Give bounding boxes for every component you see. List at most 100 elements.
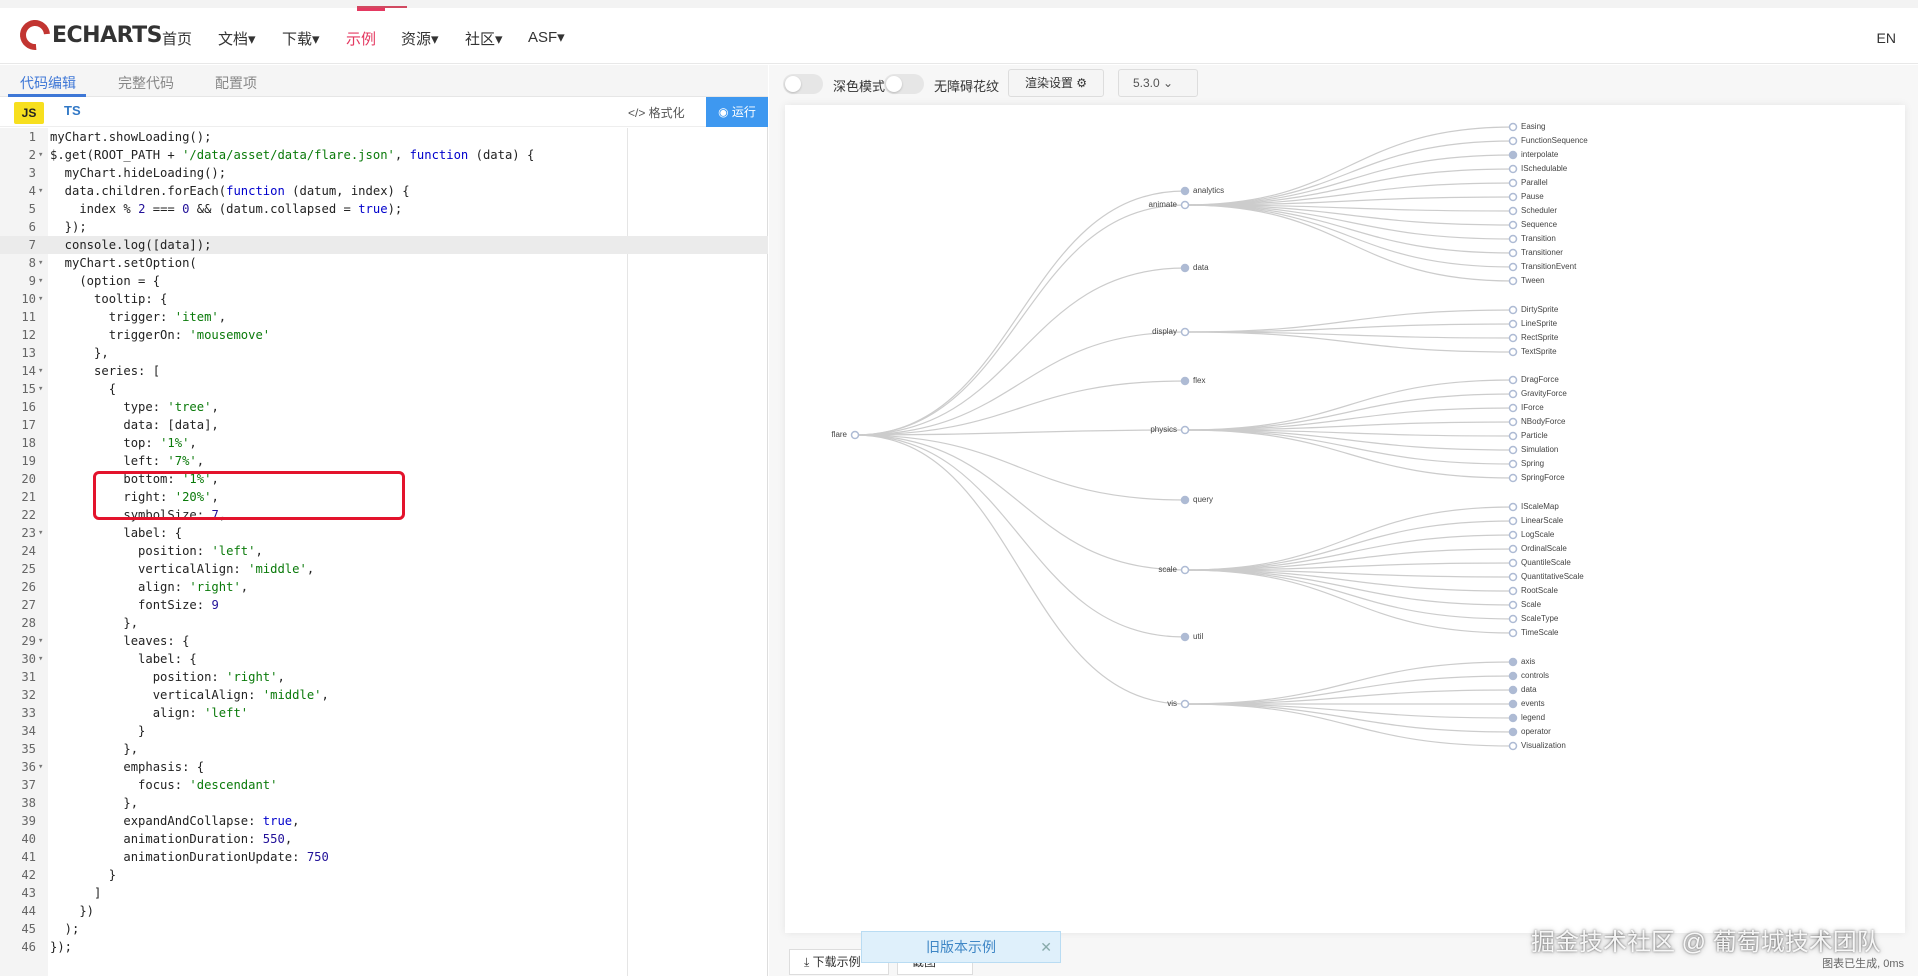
run-button[interactable]: ◉ 运行 bbox=[706, 97, 768, 127]
code-line[interactable]: 46}); bbox=[0, 938, 768, 956]
a11y-toggle[interactable] bbox=[884, 74, 924, 94]
code-line[interactable]: 36 ▾ emphasis: { bbox=[0, 758, 768, 776]
close-icon[interactable]: ✕ bbox=[1040, 932, 1052, 962]
code-line[interactable]: 44 }) bbox=[0, 902, 768, 920]
code-line[interactable]: 23 ▾ label: { bbox=[0, 524, 768, 542]
tree-leaf-node[interactable] bbox=[1508, 234, 1518, 244]
tree-node[interactable] bbox=[1180, 263, 1190, 273]
code-line[interactable]: 7 console.log([data]); bbox=[0, 236, 768, 254]
tree-leaf-node[interactable] bbox=[1508, 473, 1518, 483]
echarts-logo[interactable]: ECHARTS bbox=[13, 13, 162, 57]
tab-full-code[interactable]: 完整代码 bbox=[118, 73, 174, 93]
code-line[interactable]: 6 }); bbox=[0, 218, 768, 236]
code-line[interactable]: 15 ▾ { bbox=[0, 380, 768, 398]
code-line[interactable]: 32 verticalAlign: 'middle', bbox=[0, 686, 768, 704]
nav-download[interactable]: 下载▾ bbox=[282, 28, 320, 49]
nav-resources[interactable]: 资源▾ bbox=[401, 28, 439, 49]
dark-mode-toggle[interactable] bbox=[783, 74, 823, 94]
tree-leaf-node[interactable] bbox=[1508, 741, 1518, 751]
ts-toggle[interactable]: TS bbox=[64, 103, 81, 118]
nav-asf[interactable]: ASF▾ bbox=[528, 28, 565, 46]
tree-leaf-node[interactable] bbox=[1508, 530, 1518, 540]
code-line[interactable]: 41 animationDurationUpdate: 750 bbox=[0, 848, 768, 866]
tree-node[interactable] bbox=[1180, 632, 1190, 642]
code-line[interactable]: 30 ▾ label: { bbox=[0, 650, 768, 668]
tab-code-edit[interactable]: 代码编辑 bbox=[20, 73, 76, 93]
js-toggle[interactable]: JS bbox=[14, 102, 44, 124]
code-line[interactable]: 10 ▾ tooltip: { bbox=[0, 290, 768, 308]
code-line[interactable]: 1 myChart.showLoading(); bbox=[0, 128, 768, 146]
tree-leaf-node[interactable] bbox=[1508, 685, 1518, 695]
tree-node-root[interactable] bbox=[850, 430, 860, 440]
fold-arrow-icon[interactable]: ▾ bbox=[38, 524, 43, 542]
fold-arrow-icon[interactable]: ▾ bbox=[38, 254, 43, 272]
tree-leaf-node[interactable] bbox=[1508, 544, 1518, 554]
tree-leaf-node[interactable] bbox=[1508, 136, 1518, 146]
nav-community[interactable]: 社区▾ bbox=[465, 28, 503, 49]
tree-leaf-node[interactable] bbox=[1508, 459, 1518, 469]
tree-leaf-node[interactable] bbox=[1508, 319, 1518, 329]
tree-leaf-node[interactable] bbox=[1508, 586, 1518, 596]
tree-leaf-node[interactable] bbox=[1508, 403, 1518, 413]
code-line[interactable]: 37 focus: 'descendant' bbox=[0, 776, 768, 794]
code-line[interactable]: 8 ▾ myChart.setOption( bbox=[0, 254, 768, 272]
tree-node[interactable] bbox=[1180, 699, 1190, 709]
code-line[interactable]: 43 ] bbox=[0, 884, 768, 902]
tree-leaf-node[interactable] bbox=[1508, 558, 1518, 568]
tree-leaf-node[interactable] bbox=[1508, 164, 1518, 174]
tree-leaf-node[interactable] bbox=[1508, 206, 1518, 216]
tree-leaf-node[interactable] bbox=[1508, 262, 1518, 272]
tree-leaf-node[interactable] bbox=[1508, 417, 1518, 427]
tree-node[interactable] bbox=[1180, 425, 1190, 435]
fold-arrow-icon[interactable]: ▾ bbox=[38, 758, 43, 776]
code-line[interactable]: 24 position: 'left', bbox=[0, 542, 768, 560]
code-line[interactable]: 5 index % 2 === 0 && (datum.collapsed = … bbox=[0, 200, 768, 218]
code-line[interactable]: 26 align: 'right', bbox=[0, 578, 768, 596]
code-line[interactable]: 2 ▾ $.get(ROOT_PATH + '/data/asset/data/fl… bbox=[0, 146, 768, 164]
code-line[interactable]: 45 ); bbox=[0, 920, 768, 938]
tree-node[interactable] bbox=[1180, 376, 1190, 386]
tree-leaf-node[interactable] bbox=[1508, 178, 1518, 188]
chart-container[interactable]: flare analytics animate data display flex phys… bbox=[785, 105, 1905, 933]
tree-leaf-node[interactable] bbox=[1508, 671, 1518, 681]
fold-arrow-icon[interactable]: ▾ bbox=[38, 362, 43, 380]
code-line[interactable]: 38 }, bbox=[0, 794, 768, 812]
fold-arrow-icon[interactable]: ▾ bbox=[38, 650, 43, 668]
tree-leaf-node[interactable] bbox=[1508, 347, 1518, 357]
code-line[interactable]: 34 } bbox=[0, 722, 768, 740]
code-line[interactable]: 40 animationDuration: 550, bbox=[0, 830, 768, 848]
tree-leaf-node[interactable] bbox=[1508, 389, 1518, 399]
nav-home[interactable]: 首页 bbox=[162, 28, 192, 49]
tree-leaf-node[interactable] bbox=[1508, 150, 1518, 160]
language-switch[interactable]: EN bbox=[1877, 30, 1896, 46]
format-button[interactable]: </> 格式化 bbox=[628, 104, 685, 121]
tree-leaf-node[interactable] bbox=[1508, 333, 1518, 343]
tree-leaf-node[interactable] bbox=[1508, 502, 1518, 512]
tree-leaf-node[interactable] bbox=[1508, 276, 1518, 286]
tab-options[interactable]: 配置项 bbox=[215, 73, 257, 93]
code-line[interactable]: 12 triggerOn: 'mousemove' bbox=[0, 326, 768, 344]
tree-node[interactable] bbox=[1180, 565, 1190, 575]
fold-arrow-icon[interactable]: ▾ bbox=[38, 182, 43, 200]
tree-leaf-node[interactable] bbox=[1508, 657, 1518, 667]
code-line[interactable]: 42 } bbox=[0, 866, 768, 884]
code-line[interactable]: 27 fontSize: 9 bbox=[0, 596, 768, 614]
old-version-banner[interactable]: 旧版本示例 ✕ bbox=[861, 931, 1061, 963]
fold-arrow-icon[interactable]: ▾ bbox=[38, 146, 43, 164]
tree-leaf-node[interactable] bbox=[1508, 248, 1518, 258]
tree-leaf-node[interactable] bbox=[1508, 727, 1518, 737]
version-select[interactable]: 5.3.0 ⌄ bbox=[1118, 69, 1198, 97]
code-line[interactable]: 14 ▾ series: [ bbox=[0, 362, 768, 380]
tree-node[interactable] bbox=[1180, 186, 1190, 196]
code-line[interactable]: 25 verticalAlign: 'middle', bbox=[0, 560, 768, 578]
code-line[interactable]: 33 align: 'left' bbox=[0, 704, 768, 722]
tree-chart[interactable]: flare analytics animate data display flex phys… bbox=[785, 105, 1905, 933]
code-line[interactable]: 19 left: '7%', bbox=[0, 452, 768, 470]
code-line[interactable]: 11 trigger: 'item', bbox=[0, 308, 768, 326]
code-line[interactable]: 4 ▾ data.children.forEach(function (datum… bbox=[0, 182, 768, 200]
nav-docs[interactable]: 文档▾ bbox=[218, 28, 256, 49]
tree-node[interactable] bbox=[1180, 327, 1190, 337]
render-settings-button[interactable]: 渲染设置 ⚙ bbox=[1008, 69, 1104, 97]
code-line[interactable]: 29 ▾ leaves: { bbox=[0, 632, 768, 650]
tree-leaf-node[interactable] bbox=[1508, 699, 1518, 709]
